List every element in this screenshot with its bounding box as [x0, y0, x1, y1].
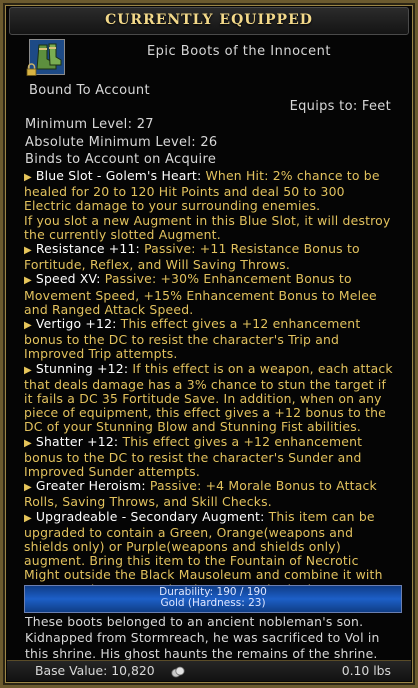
item-name: Epic Boots of the Innocent: [146, 44, 332, 59]
arrow-icon: ▶: [24, 437, 32, 449]
effect-name: Blue Slot - Golem's Heart:: [35, 168, 202, 183]
tooltip-header: Currently Equipped: [9, 7, 409, 35]
footer-bar: Base Value: 10,820 0.10 lbs: [7, 660, 411, 681]
durability-bar: Durability: 190 / 190 Gold (Hardness: 23…: [24, 585, 402, 613]
effect-item: ▶ Shatter +12: This effect gives a +12 en…: [24, 433, 396, 480]
base-value: Base Value: 10,820: [35, 663, 155, 678]
arrow-icon: ▶: [24, 512, 32, 524]
lock-icon: [25, 61, 38, 76]
effect-name: Stunning +12:: [35, 360, 129, 376]
effect-item: ▶ Upgradeable - Secondary Augment: This i…: [24, 508, 396, 597]
minimum-level: Minimum Level: 27: [25, 117, 154, 132]
tooltip-title: Currently Equipped: [105, 12, 313, 28]
effect-item: ▶ Resistance +11: Passive: +11 Resistance…: [24, 241, 396, 272]
flavor-text: These boots belonged to an ancient noble…: [25, 614, 380, 661]
item-tooltip: Currently Equipped Epic Boots of the Inn…: [0, 0, 418, 688]
effect-item: ▶ Greater Heroism: Passive: +4 Morale Bon…: [24, 479, 396, 509]
effect-name: Speed XV:: [35, 271, 101, 287]
equip-slot: Equips to: Feet: [289, 99, 391, 114]
effect-item: ▶ Stunning +12: If this effect is on a we…: [24, 360, 396, 435]
arrow-icon: ▶: [24, 275, 32, 287]
coin-icon: [171, 664, 185, 678]
material-hardness: Gold (Hardness: 23): [160, 597, 266, 609]
arrow-icon: ▶: [24, 364, 32, 376]
absolute-minimum-level: Absolute Minimum Level: 26: [25, 135, 218, 150]
arrow-icon: ▶: [24, 320, 32, 332]
effects-list: ▶ Blue Slot - Golem's Heart: When Hit: 2%…: [24, 168, 396, 597]
effect-name: Resistance +11:: [35, 241, 140, 257]
effect-name: Upgradeable - Secondary Augment:: [35, 508, 265, 524]
effect-note: If you slot a new Augment in this Blue S…: [24, 212, 391, 242]
effect-item: ▶ Vertigo +12: This effect gives a +12 en…: [24, 316, 396, 362]
bound-status: Bound To Account: [29, 83, 150, 98]
effect-name: Shatter +12:: [35, 433, 119, 449]
effect-item: ▶ Blue Slot - Golem's Heart: When Hit: 2%…: [24, 168, 396, 242]
binding-rule: Binds to Account on Acquire: [25, 152, 217, 167]
arrow-icon: ▶: [24, 172, 32, 183]
effect-name: Vertigo +12:: [35, 316, 117, 332]
item-weight: 0.10 lbs: [341, 663, 391, 678]
arrow-icon: ▶: [24, 482, 32, 494]
effect-item: ▶ Speed XV: Passive: +30% Enhancement Bon…: [24, 272, 396, 317]
arrow-icon: ▶: [24, 245, 32, 257]
effect-name: Greater Heroism:: [35, 478, 146, 494]
